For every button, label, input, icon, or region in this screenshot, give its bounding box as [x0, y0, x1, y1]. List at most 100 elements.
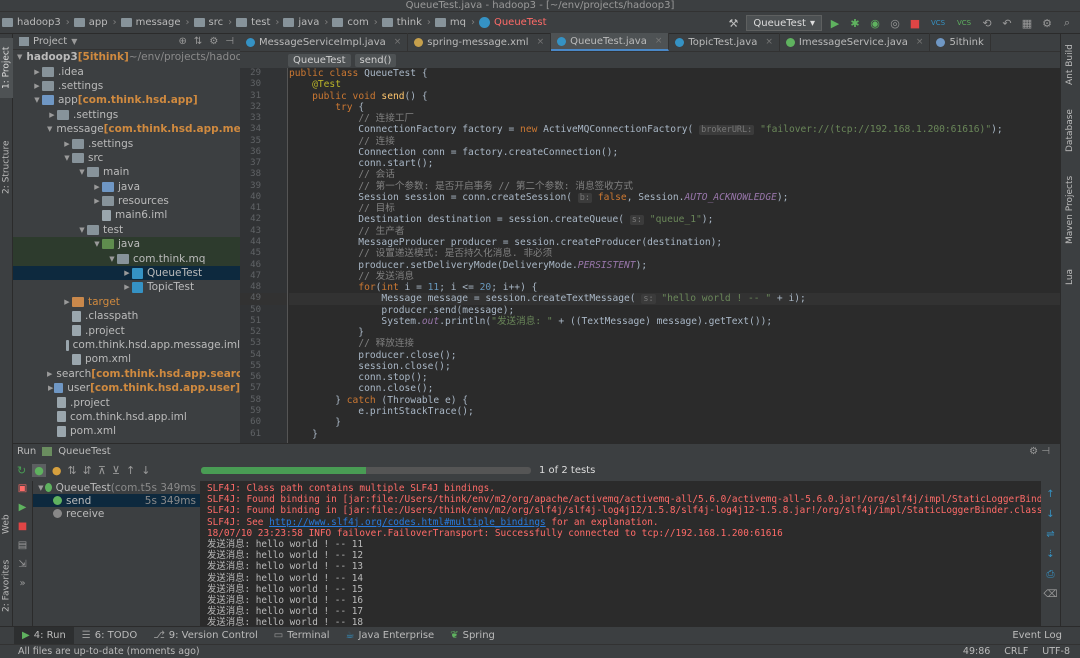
- test-node[interactable]: ▼ QueueTest (com.t 5s 349ms: [33, 481, 200, 494]
- close-icon[interactable]: ×: [916, 37, 924, 47]
- lua-tool-tab[interactable]: Lua: [1061, 260, 1079, 294]
- close-icon[interactable]: ×: [655, 36, 663, 46]
- bottom-tab[interactable]: ▭ Terminal: [266, 627, 338, 645]
- scroll-down-icon[interactable]: ↓: [1046, 509, 1054, 520]
- tree-node[interactable]: ▶ TopicTest: [13, 280, 240, 294]
- bottom-tab[interactable]: ☕ Java Enterprise: [338, 627, 443, 645]
- scroll-to-end-icon[interactable]: ⇣: [1046, 549, 1054, 560]
- expand-down-icon[interactable]: ▼: [77, 168, 87, 176]
- down-icon[interactable]: ↓: [141, 464, 150, 477]
- expand-down-icon[interactable]: ▼: [47, 125, 52, 133]
- tree-node[interactable]: ▶ QueueTest: [13, 265, 240, 281]
- expand-right-icon[interactable]: ▶: [47, 111, 57, 119]
- nav-crumb[interactable]: message ›: [119, 12, 192, 34]
- debug-icon[interactable]: ▣: [18, 483, 27, 494]
- tree-node[interactable]: ▼ hadoop3 [5ithink] ~/env/projects/hadoop…: [13, 50, 240, 64]
- run-config-select[interactable]: QueueTest ▾: [746, 15, 822, 31]
- scroll-up-icon[interactable]: ↑: [1046, 489, 1054, 500]
- sort-duration-icon[interactable]: ⇵: [83, 464, 92, 477]
- up-icon[interactable]: ↑: [126, 464, 135, 477]
- event-log-tab[interactable]: Event Log: [1004, 627, 1080, 645]
- tree-node[interactable]: ▼ java: [13, 237, 240, 252]
- bottom-tab[interactable]: ⎇ 9: Version Control: [145, 627, 266, 645]
- maven-tool-tab[interactable]: Maven Projects: [1061, 170, 1079, 250]
- debug-icon[interactable]: ✱: [848, 16, 862, 30]
- editor-tab[interactable]: MessageServiceImpl.java ×: [240, 33, 409, 51]
- gear-icon[interactable]: ⚙ ⊣: [1029, 446, 1060, 457]
- export-icon[interactable]: ⇲: [18, 559, 26, 570]
- tree-node[interactable]: ▶ java: [13, 180, 240, 194]
- nav-crumb[interactable]: java ›: [281, 12, 330, 34]
- expand-right-icon[interactable]: ▶: [92, 197, 102, 205]
- nav-crumb[interactable]: com ›: [330, 12, 379, 34]
- hide-icon[interactable]: ⊣: [225, 36, 234, 47]
- soft-wrap-icon[interactable]: ⇌: [1046, 529, 1054, 540]
- expand-down-icon[interactable]: ▼: [92, 240, 102, 248]
- close-icon[interactable]: ×: [394, 37, 402, 47]
- run-config-tab[interactable]: QueueTest: [58, 446, 111, 457]
- tree-node[interactable]: ▶ user [com.think.hsd.app.user]: [13, 381, 240, 395]
- tree-node[interactable]: ▶ .settings: [13, 136, 240, 150]
- expand-right-icon[interactable]: ▶: [122, 269, 132, 277]
- stop-icon[interactable]: ■: [18, 521, 27, 532]
- show-ignored-icon[interactable]: ●: [52, 464, 62, 477]
- tree-node[interactable]: .project: [13, 395, 240, 409]
- run-icon[interactable]: ▶: [828, 16, 842, 30]
- vcs-update-icon[interactable]: VCS: [928, 16, 948, 30]
- close-icon[interactable]: ×: [537, 37, 545, 47]
- bottom-tab[interactable]: ☰ 6: TODO: [74, 627, 145, 645]
- tree-node[interactable]: ▶ .settings: [13, 79, 240, 93]
- expand-down-icon[interactable]: ▼: [77, 226, 87, 234]
- console-link[interactable]: http://www.slf4j.org/codes.html#multiple…: [269, 517, 546, 528]
- expand-down-icon[interactable]: ▼: [17, 53, 22, 61]
- nav-crumb[interactable]: src ›: [192, 12, 235, 34]
- editor-tab[interactable]: ImessageService.java ×: [780, 33, 931, 51]
- stop-icon[interactable]: ■: [908, 16, 922, 30]
- editor-tab[interactable]: spring-message.xml ×: [408, 33, 552, 51]
- more-icon[interactable]: »: [19, 578, 25, 589]
- ant-build-tool-tab[interactable]: Ant Build: [1061, 40, 1079, 90]
- hammer-icon[interactable]: ⚒: [726, 16, 740, 30]
- expand-right-icon[interactable]: ▶: [32, 82, 42, 90]
- trash-icon[interactable]: ⌫: [1043, 589, 1057, 600]
- editor-tab[interactable]: QueueTest.java ×: [551, 33, 670, 51]
- vcs-commit-icon[interactable]: VCS: [954, 16, 974, 30]
- expand-right-icon[interactable]: ▶: [62, 298, 72, 306]
- tree-node[interactable]: pom.xml: [13, 424, 240, 438]
- close-icon[interactable]: ×: [765, 37, 773, 47]
- chevron-down-icon[interactable]: ▼: [71, 37, 77, 46]
- tree-node[interactable]: ▶ resources: [13, 194, 240, 208]
- show-passed-icon[interactable]: ●: [32, 463, 46, 477]
- breadcrumb-class[interactable]: QueueTest: [288, 53, 351, 67]
- tree-node[interactable]: com.think.hsd.app.message.iml: [13, 338, 240, 352]
- tree-node[interactable]: pom.xml: [13, 352, 240, 366]
- locate-icon[interactable]: ⊕: [179, 36, 187, 47]
- restore-layout-icon[interactable]: ▤: [18, 540, 27, 551]
- tree-node[interactable]: ▶ search [com.think.hsd.app.search]: [13, 367, 240, 381]
- structure-icon[interactable]: ▦: [1020, 16, 1034, 30]
- gear-icon[interactable]: ⚙: [209, 36, 218, 47]
- editor-tab[interactable]: TopicTest.java ×: [669, 33, 780, 51]
- expand-right-icon[interactable]: ▶: [92, 183, 102, 191]
- test-node[interactable]: receive: [33, 507, 200, 520]
- favorites-tool-tab[interactable]: 2: Favorites: [0, 554, 13, 618]
- print-icon[interactable]: ⎙: [1047, 569, 1055, 580]
- coverage-icon[interactable]: ◉: [868, 16, 882, 30]
- history-icon[interactable]: ⟲: [980, 16, 994, 30]
- expand-down-icon[interactable]: ▼: [32, 96, 42, 104]
- settings-icon[interactable]: ⚙: [1040, 16, 1054, 30]
- database-tool-tab[interactable]: Database: [1061, 104, 1079, 158]
- profile-icon[interactable]: ◎: [888, 16, 902, 30]
- tree-node[interactable]: ▼ com.think.mq: [13, 251, 240, 266]
- test-node[interactable]: send 5s 349ms: [33, 494, 200, 507]
- expand-right-icon[interactable]: ▶: [47, 370, 52, 378]
- nav-crumb[interactable]: think ›: [380, 12, 433, 34]
- tree-node[interactable]: .project: [13, 323, 240, 337]
- project-panel-title[interactable]: Project: [33, 36, 67, 47]
- bottom-tab[interactable]: ❦ Spring: [442, 627, 503, 645]
- sort-alpha-icon[interactable]: ⇅: [67, 464, 76, 477]
- search-icon[interactable]: ⌕: [1060, 16, 1074, 30]
- expand-down-icon[interactable]: ▼: [107, 255, 117, 263]
- tree-node[interactable]: ▼ test: [13, 223, 240, 237]
- nav-crumb[interactable]: QueueTest: [477, 12, 549, 34]
